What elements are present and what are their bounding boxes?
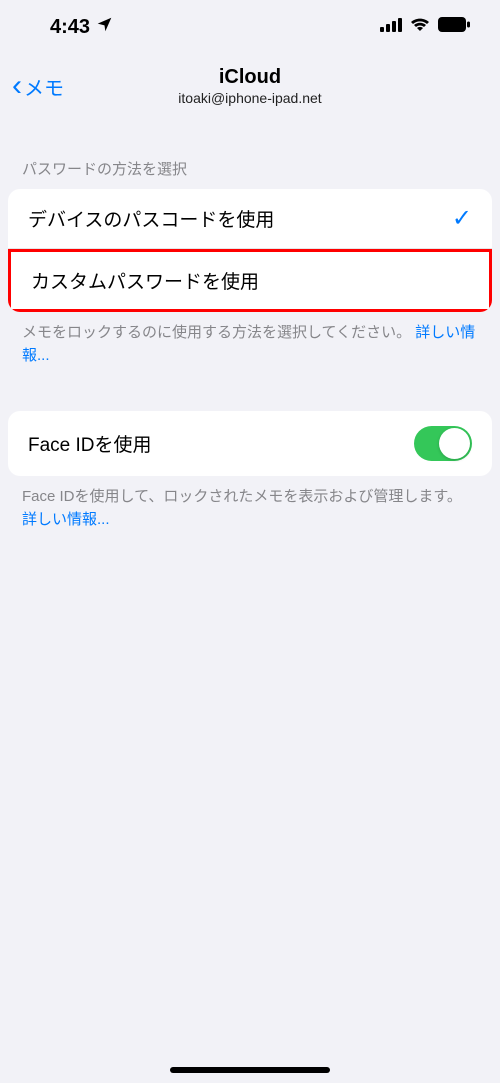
cellular-icon [380, 18, 402, 37]
navigation-header: ‹ メモ iCloud itoaki@iphone-ipad.net [0, 54, 500, 118]
header-title-area: iCloud itoaki@iphone-ipad.net [178, 65, 321, 107]
option-device-passcode[interactable]: デバイスのパスコードを使用 ✓ [8, 189, 492, 249]
faceid-group: Face IDを使用 [8, 411, 492, 476]
page-title: iCloud [178, 65, 321, 89]
more-info-link[interactable]: 詳しい情報... [22, 511, 110, 528]
wifi-icon [410, 17, 430, 37]
location-icon [96, 16, 113, 39]
footer-text: Face IDを使用して、ロックされたメモを表示および管理します。 [22, 488, 462, 505]
toggle-knob [439, 428, 470, 459]
faceid-toggle[interactable] [414, 426, 472, 461]
section-footer-password-method: メモをロックするのに使用する方法を選択してください。 詳しい情報... [0, 312, 500, 367]
home-indicator[interactable] [170, 1067, 330, 1073]
back-button[interactable]: ‹ メモ [12, 71, 64, 101]
page-subtitle: itoaki@iphone-ipad.net [178, 89, 321, 107]
password-method-group: デバイスのパスコードを使用 ✓ カスタムパスワードを使用 [8, 189, 492, 312]
option-faceid[interactable]: Face IDを使用 [8, 411, 492, 476]
checkmark-icon: ✓ [452, 204, 472, 233]
footer-text: メモをロックするのに使用する方法を選択してください。 [22, 324, 415, 341]
battery-icon [438, 17, 470, 37]
option-label: Face IDを使用 [28, 430, 152, 457]
option-custom-password[interactable]: カスタムパスワードを使用 [8, 249, 492, 312]
status-time-area: 4:43 [50, 16, 113, 39]
option-label: カスタムパスワードを使用 [31, 267, 259, 294]
status-bar: 4:43 [0, 0, 500, 54]
chevron-left-icon: ‹ [12, 71, 22, 101]
status-indicators [380, 17, 470, 37]
section-footer-faceid: Face IDを使用して、ロックされたメモを表示および管理します。 詳しい情報.… [0, 476, 500, 531]
back-label: メモ [24, 72, 64, 101]
section-header-password-method: パスワードの方法を選択 [0, 118, 500, 189]
status-time: 4:43 [50, 16, 90, 39]
option-label: デバイスのパスコードを使用 [28, 205, 274, 232]
